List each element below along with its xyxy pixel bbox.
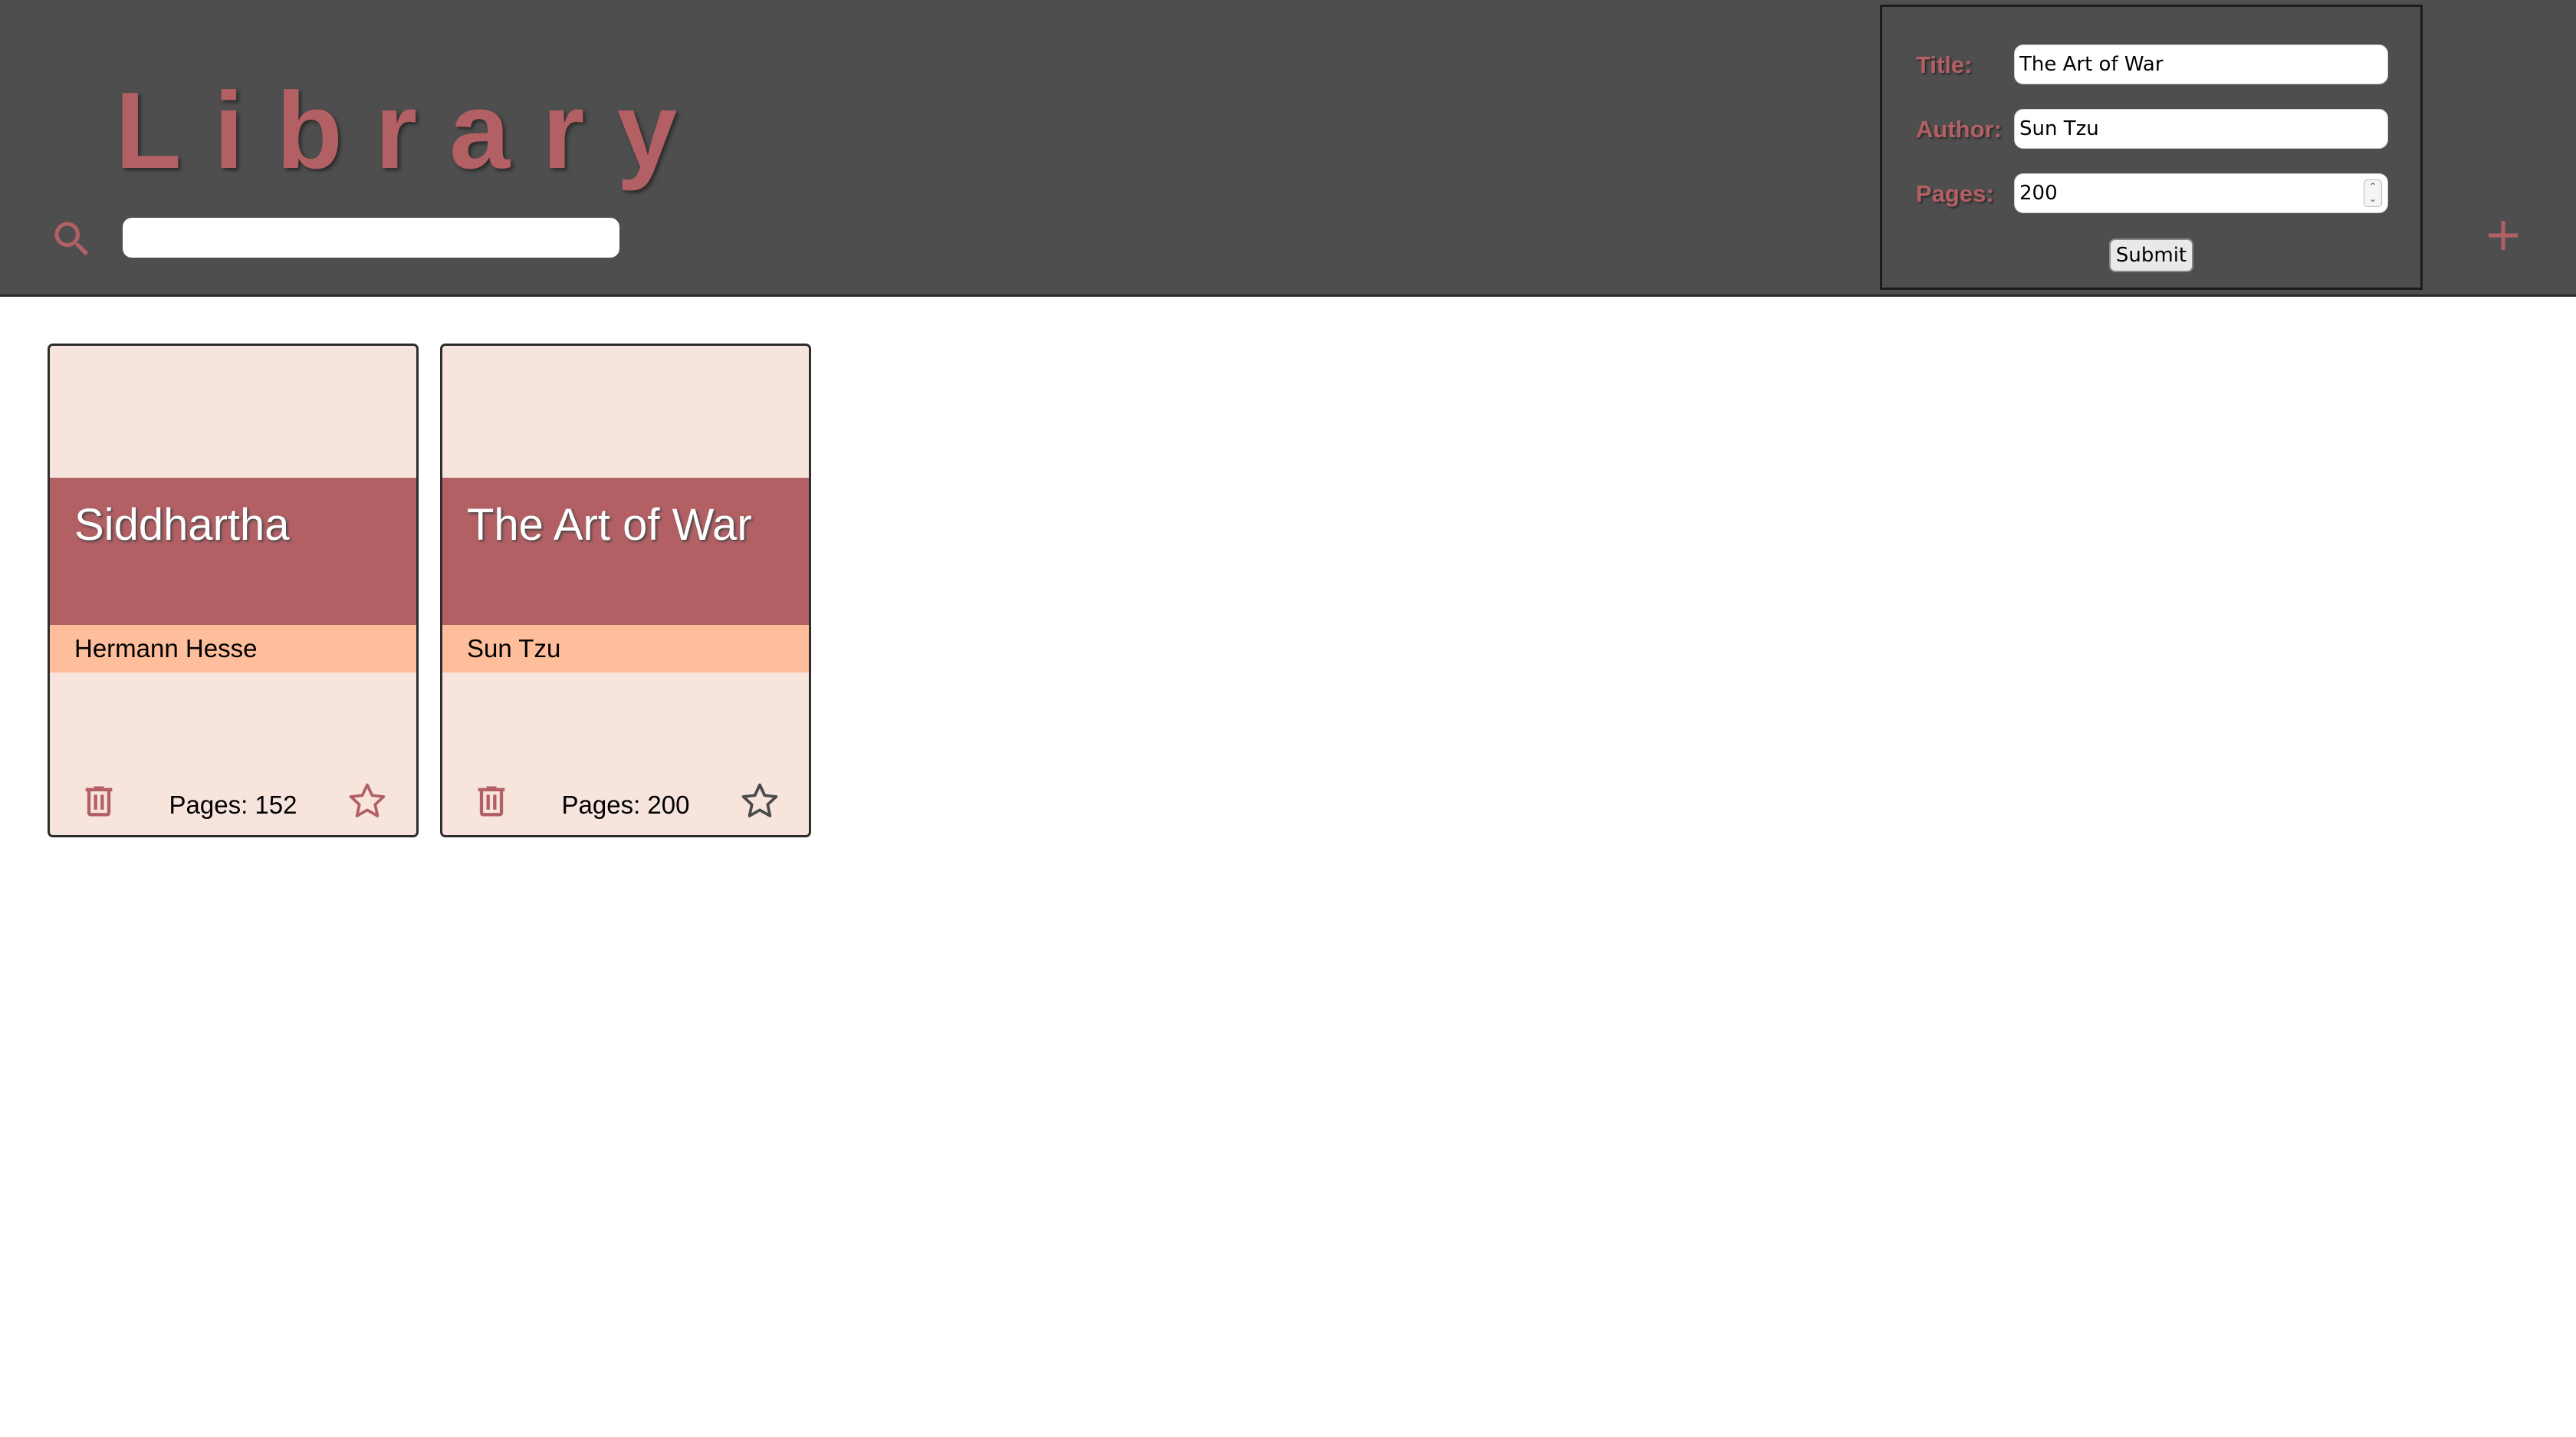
- search-input[interactable]: [123, 218, 619, 258]
- book-card: The Art of War Sun Tzu Pages: 200: [440, 344, 811, 837]
- star-icon[interactable]: [738, 780, 781, 823]
- pages-field[interactable]: [2014, 173, 2388, 213]
- book-card: Siddhartha Hermann Hesse Pages: 152: [48, 344, 419, 837]
- title-field[interactable]: [2014, 44, 2388, 84]
- card-author-band: Hermann Hesse: [50, 625, 416, 672]
- title-label: Title:: [1916, 51, 1973, 78]
- pages-stepper[interactable]: ⌃ ⌄: [2364, 179, 2382, 207]
- card-author-band: Sun Tzu: [442, 625, 809, 672]
- book-title: The Art of War: [467, 500, 752, 550]
- book-author: Sun Tzu: [467, 634, 561, 663]
- author-field[interactable]: [2014, 109, 2388, 149]
- app-title: Library: [115, 70, 710, 192]
- book-author: Hermann Hesse: [74, 634, 258, 663]
- add-book-form: Title: Author: Pages: ⌃ ⌄ Submit: [1880, 5, 2423, 290]
- header: Library Title: Author: Pages: ⌃ ⌄ Submit: [0, 0, 2576, 297]
- pages-label: Pages:: [1916, 180, 1994, 207]
- pages-field-wrapper: ⌃ ⌄: [2014, 173, 2388, 213]
- trash-icon[interactable]: [79, 780, 119, 823]
- book-title: Siddhartha: [74, 500, 290, 550]
- plus-icon[interactable]: [2484, 216, 2522, 255]
- star-icon[interactable]: [346, 780, 389, 823]
- card-title-band: The Art of War: [442, 478, 809, 625]
- author-label: Author:: [1916, 116, 2002, 143]
- submit-button[interactable]: Submit: [2109, 238, 2193, 272]
- chevron-up-icon[interactable]: ⌃: [2364, 180, 2381, 192]
- trash-icon[interactable]: [472, 780, 511, 823]
- search-icon[interactable]: [49, 216, 95, 262]
- chevron-down-icon[interactable]: ⌄: [2364, 192, 2381, 205]
- card-title-band: Siddhartha: [50, 478, 416, 625]
